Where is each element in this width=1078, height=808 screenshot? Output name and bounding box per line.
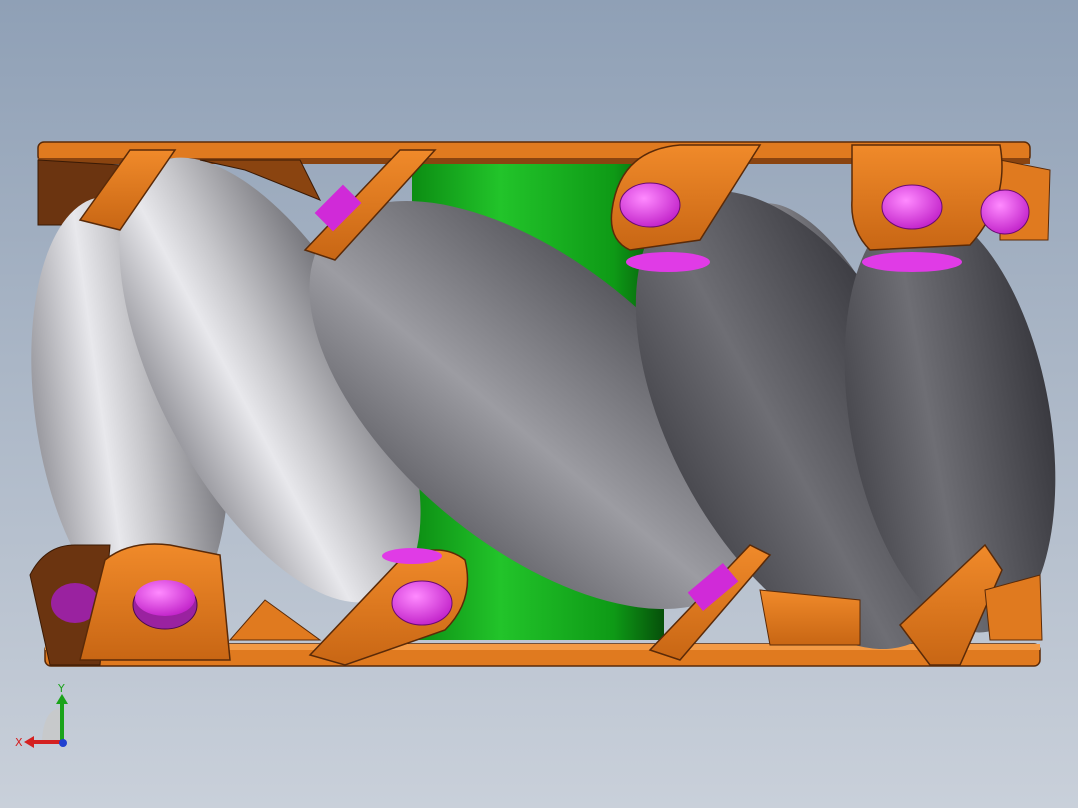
axle-cap xyxy=(980,189,1030,235)
graphics-viewport[interactable]: Y X xyxy=(0,0,1078,808)
triad-y-label: Y xyxy=(57,682,65,695)
z-axis-dot xyxy=(59,739,67,747)
frame-strut xyxy=(228,599,322,641)
triad-x-label: X xyxy=(15,736,23,749)
view-orientation-triad[interactable]: Y X xyxy=(10,680,90,760)
axle-cap xyxy=(881,184,943,230)
triad-graphic: Y X xyxy=(15,682,68,749)
axle-cap xyxy=(391,580,453,626)
mecanum-wheel-model[interactable] xyxy=(0,0,1078,808)
axle-cap xyxy=(619,182,681,228)
roller-bracket[interactable] xyxy=(759,589,861,646)
